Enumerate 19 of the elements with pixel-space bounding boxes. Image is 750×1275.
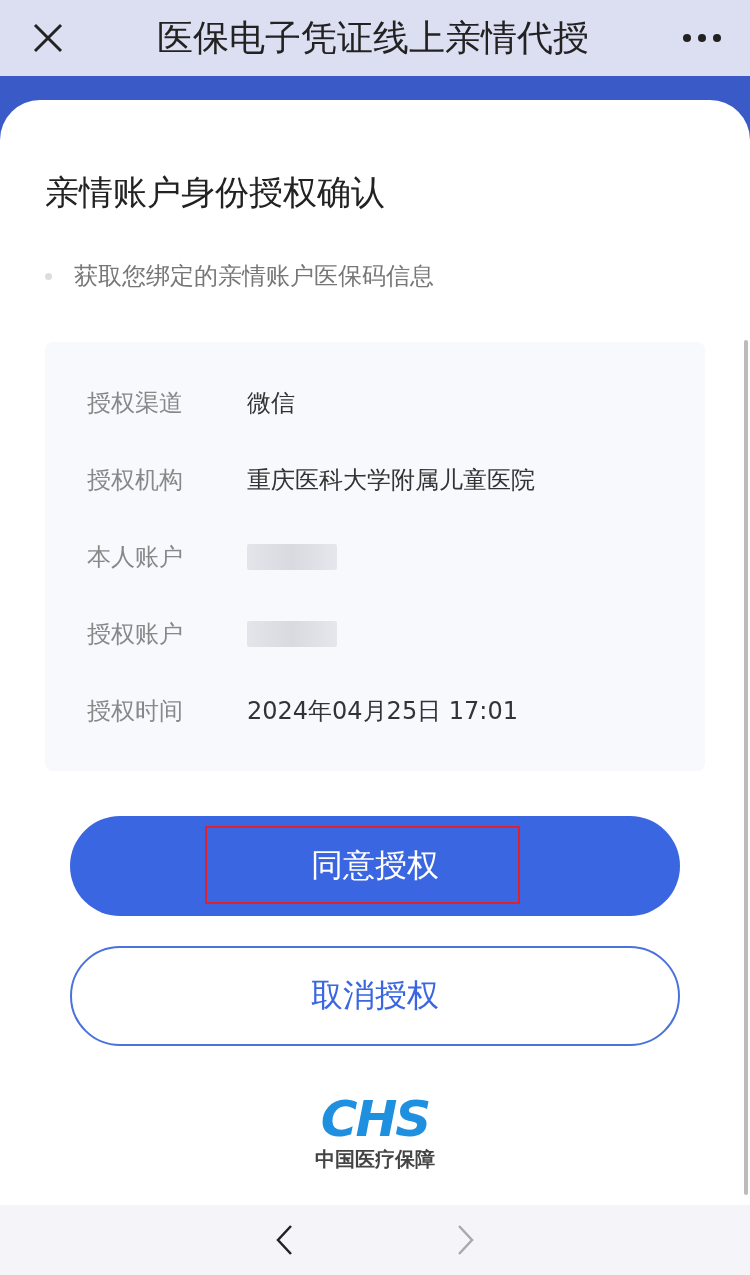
logo-caption: 中国医疗保障 xyxy=(315,1146,435,1173)
window-title: 医保电子凭证线上亲情代授 xyxy=(156,15,590,60)
detail-value: 2024年04月25日 17:01 xyxy=(247,695,518,727)
more-icon[interactable] xyxy=(682,33,722,43)
close-icon[interactable] xyxy=(32,22,64,54)
detail-label: 本人账户 xyxy=(87,541,184,573)
cancel-button[interactable]: 取消授权 xyxy=(70,946,680,1046)
agree-button[interactable]: 同意授权 xyxy=(70,816,680,916)
detail-label: 授权机构 xyxy=(87,464,184,496)
detail-label: 授权账户 xyxy=(87,618,184,650)
bullet-dot xyxy=(45,272,52,280)
detail-label: 授权渠道 xyxy=(87,387,184,419)
detail-label: 授权时间 xyxy=(87,695,184,727)
detail-value: 微信 xyxy=(247,387,295,419)
logo-mark: CHS xyxy=(320,1094,430,1144)
bullet-text: 获取您绑定的亲情账户医保码信息 xyxy=(74,261,434,292)
card-title: 亲情账户身份授权确认 xyxy=(45,171,386,214)
detail-value: 重庆医科大学附属儿童医院 xyxy=(247,464,535,496)
back-icon[interactable] xyxy=(275,1224,295,1256)
